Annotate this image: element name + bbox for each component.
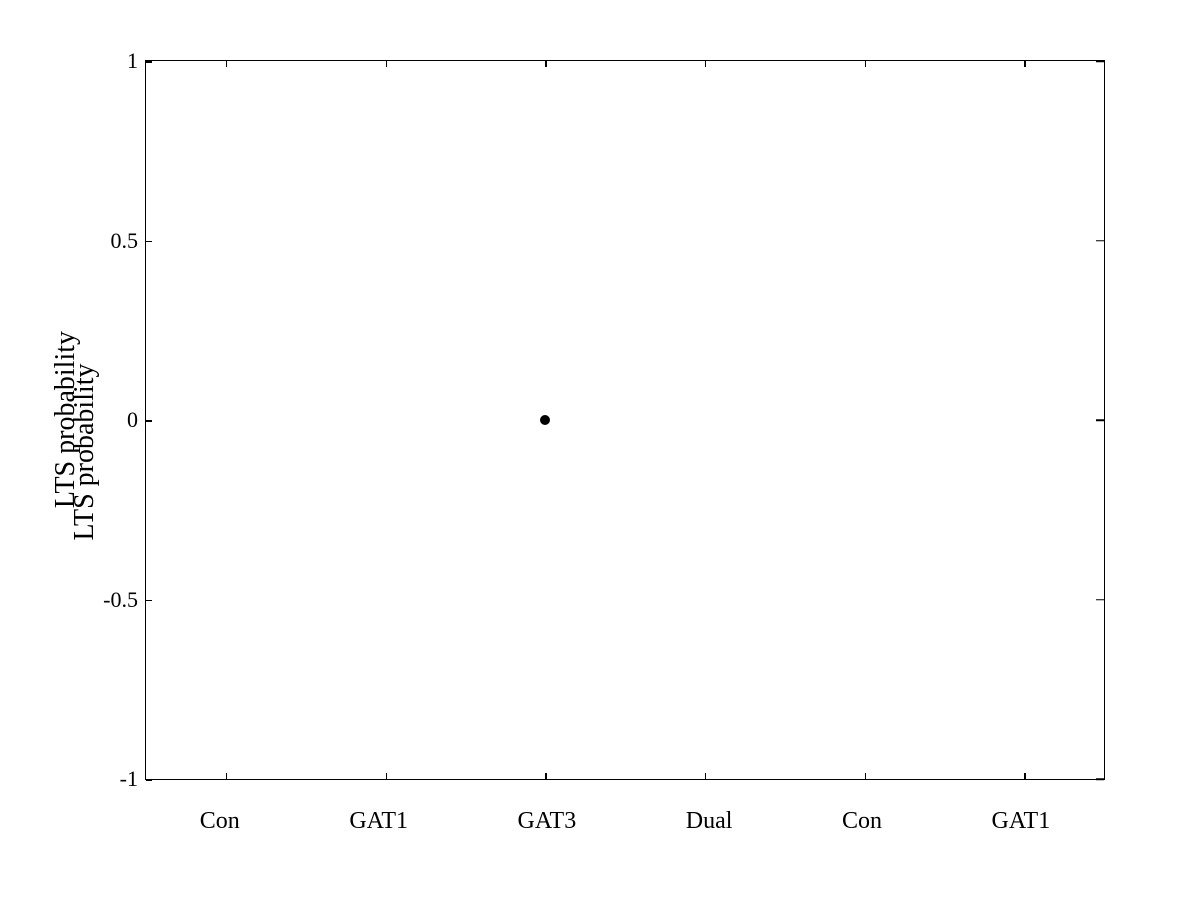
x-top-tick-4: [865, 61, 867, 67]
y-tick-0: 0: [127, 407, 138, 433]
x-label-con1: Con: [200, 808, 240, 835]
y-gridmark-1: [146, 61, 152, 63]
y-right-tick-05: [1096, 240, 1104, 242]
x-top-tick-1: [386, 61, 388, 67]
y-gridmark-n1: [146, 779, 152, 781]
y-tick-1: 1: [127, 48, 138, 74]
y-tick-05: 0.5: [111, 228, 139, 254]
x-tick-0: [226, 773, 228, 779]
y-right-tick-n05: [1096, 599, 1104, 601]
y-right-tick-0: [1096, 419, 1104, 421]
x-tick-1: [386, 773, 388, 779]
x-label-dual: Dual: [686, 808, 733, 835]
x-tick-5: [1024, 773, 1026, 779]
x-top-tick-0: [226, 61, 228, 67]
x-tick-3: [705, 773, 707, 779]
x-label-con2: Con: [842, 808, 882, 835]
y-gridmark-0: [146, 420, 152, 422]
x-axis-labels: Con GAT1 GAT3 Dual Con GAT1: [145, 808, 1105, 835]
y-axis-label-rotated: LTS probability: [50, 331, 82, 508]
x-top-tick-5: [1024, 61, 1026, 67]
chart-container: LTS probability 1 0.5 0 -0.5 -1: [0, 0, 1200, 900]
x-top-tick-2: [545, 61, 547, 67]
plot-area: 1 0.5 0 -0.5 -1: [145, 60, 1105, 780]
y-right-tick-1: [1096, 60, 1104, 62]
x-tick-2: [545, 773, 547, 779]
y-gridmark-n05: [146, 600, 152, 602]
y-tick-n1: -1: [120, 766, 138, 792]
x-top-tick-3: [705, 61, 707, 67]
x-label-gat3: GAT3: [518, 808, 577, 835]
y-tick-n05: -0.5: [103, 587, 138, 613]
data-point-gat3: [540, 415, 550, 425]
x-label-gat1: GAT1: [349, 808, 408, 835]
chart-wrapper: LTS probability 1 0.5 0 -0.5 -1: [75, 40, 1125, 860]
x-label-gat1b: GAT1: [992, 808, 1051, 835]
x-tick-4: [865, 773, 867, 779]
y-gridmark-05: [146, 241, 152, 243]
y-right-tick-n1: [1096, 778, 1104, 780]
